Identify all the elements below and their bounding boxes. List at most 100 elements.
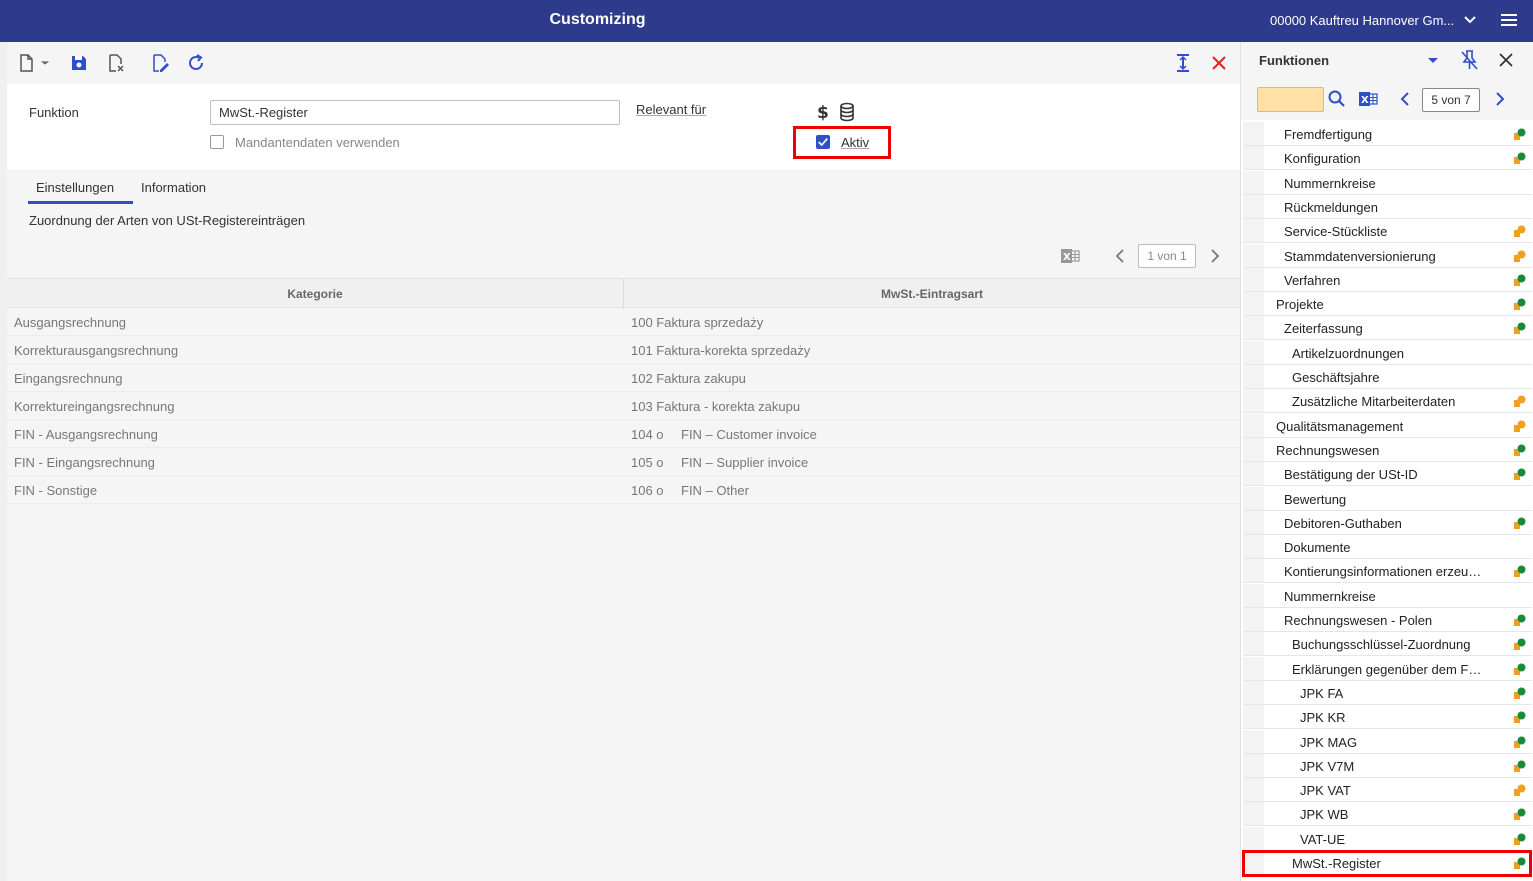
status-green-icon (1514, 687, 1526, 699)
table-row[interactable]: FIN - Ausgangsrechnung 104 o FIN – Custome… (7, 420, 1240, 448)
refresh-icon[interactable] (185, 52, 207, 74)
left-edge (0, 42, 7, 881)
status-green-icon (1514, 711, 1526, 724)
table-row[interactable]: FIN - Eingangsrechnung 105 o FIN – Supplie… (7, 448, 1240, 476)
hamburger-menu-icon[interactable] (1500, 11, 1518, 29)
column-eintragsart[interactable]: MwSt.-Eintragsart (624, 287, 1240, 301)
new-document-icon[interactable] (15, 52, 37, 74)
functions-search-input[interactable] (1257, 87, 1324, 112)
tree-item[interactable]: Projekte (1243, 292, 1532, 317)
status-green-icon (1514, 663, 1526, 675)
tree-gutter (1243, 146, 1264, 170)
next-result-icon[interactable] (1493, 91, 1507, 107)
tree-gutter (1243, 632, 1264, 656)
pager-next-icon[interactable] (1208, 248, 1222, 264)
expand-vertical-icon[interactable] (1172, 52, 1194, 74)
database-icon (838, 102, 856, 122)
tree-item-label: Rechnungswesen (1276, 442, 1380, 458)
close-icon[interactable] (1208, 52, 1230, 74)
tab-einstellungen[interactable]: Einstellungen (36, 180, 114, 195)
selected-item-highlight (1242, 850, 1532, 877)
tab-information[interactable]: Information (141, 180, 206, 195)
tree-item[interactable]: Verfahren (1243, 267, 1532, 292)
pager-prev-icon[interactable] (1113, 248, 1127, 264)
active-tab-indicator (28, 201, 133, 204)
table-header: Kategorie MwSt.-Eintragsart (7, 278, 1240, 309)
tree-item[interactable]: JPK VAT (1243, 778, 1532, 803)
cell-description: FIN – Other (681, 483, 749, 498)
close-panel-icon[interactable] (1497, 51, 1515, 69)
tree-item-label: JPK VAT (1300, 783, 1351, 799)
tree-gutter (1243, 219, 1264, 243)
table-row[interactable]: Korrektureingangsrechnung 103 Faktura - k… (7, 392, 1240, 420)
status-green-icon (1514, 614, 1526, 626)
tree-item[interactable]: JPK WB (1243, 802, 1532, 827)
tree-item[interactable]: Service-Stückliste (1243, 219, 1532, 244)
tree-item[interactable]: Konfiguration (1243, 146, 1532, 171)
tab-bar: Einstellungen Information (7, 170, 1240, 206)
tree-item[interactable]: Bewertung (1243, 486, 1532, 511)
cell-kategorie: Korrekturausgangsrechnung (14, 343, 179, 358)
funktion-field[interactable]: MwSt.-Register (210, 100, 620, 125)
excel-export-icon[interactable]: X (1060, 247, 1080, 265)
tree-item-label: Zusätzliche Mitarbeiterdaten (1292, 394, 1456, 410)
tree-gutter (1243, 437, 1264, 461)
company-selector[interactable]: 00000 Kauftreu Hannover Gm... (1270, 13, 1454, 28)
tree-item-label: Kontierungsinformationen erzeugen (1284, 564, 1483, 580)
tree-item[interactable]: Qualitätsmanagement (1243, 413, 1532, 438)
table-row[interactable]: FIN - Sonstige 106 o FIN – Other (7, 476, 1240, 504)
tree-item[interactable]: JPK V7M (1243, 753, 1532, 778)
prev-result-icon[interactable] (1398, 91, 1412, 107)
tree-item[interactable]: Erklärungen gegenüber dem Finanz... (1243, 656, 1532, 681)
tree-item[interactable]: JPK FA (1243, 680, 1532, 705)
tree-item[interactable]: Zeiterfassung (1243, 316, 1532, 341)
edit-document-icon[interactable] (149, 52, 171, 74)
table-row[interactable]: Korrekturausgangsrechnung 101 Faktura-kor… (7, 336, 1240, 364)
tree-item[interactable]: Bestätigung der USt-ID (1243, 462, 1532, 487)
tree-item[interactable]: Nummernkreise (1243, 170, 1532, 195)
save-icon[interactable] (68, 52, 90, 74)
tree-item[interactable]: Buchungsschlüssel-Zuordnung (1243, 632, 1532, 657)
tree-item[interactable]: Debitoren-Guthaben (1243, 510, 1532, 535)
tree-item[interactable]: Geschäftsjahre (1243, 365, 1532, 389)
discard-icon[interactable] (105, 52, 127, 74)
tree-item[interactable]: Nummernkreise (1243, 583, 1532, 608)
tree-item-label: Fremdfertigung (1284, 127, 1373, 142)
table-row[interactable]: Ausgangsrechnung 100 Faktura sprzedaży (7, 308, 1240, 336)
tree-item[interactable]: Rechnungswesen (1243, 437, 1532, 462)
tree-item[interactable]: Rechnungswesen - Polen (1243, 608, 1532, 632)
search-icon[interactable] (1327, 89, 1347, 109)
tree-item[interactable]: JPK MAG (1243, 729, 1532, 754)
dropdown-arrow-icon[interactable] (1427, 56, 1439, 66)
tree-item[interactable]: Fremdfertigung (1243, 122, 1532, 146)
column-kategorie[interactable]: Kategorie (7, 287, 623, 301)
tree-item[interactable]: VAT-UE (1243, 826, 1532, 851)
tree-item[interactable]: JPK KR (1243, 705, 1532, 730)
tree-item[interactable]: Zusätzliche Mitarbeiterdaten (1243, 389, 1532, 414)
tree-item[interactable]: Artikelzuordnungen (1243, 340, 1532, 365)
tree-item[interactable]: Kontierungsinformationen erzeugen (1243, 559, 1532, 584)
tree-gutter (1243, 778, 1264, 802)
tree-item[interactable]: Dokumente (1243, 535, 1532, 560)
functions-panel-header: Funktionen X 5 von 7 (1241, 42, 1533, 120)
chevron-down-icon[interactable] (1462, 12, 1478, 28)
tree-item[interactable]: Stammdatenversionierung (1243, 243, 1532, 268)
app-title: Customizing (549, 11, 646, 28)
tree-gutter (1243, 583, 1264, 607)
dropdown-arrow-icon[interactable] (39, 52, 51, 74)
tree-gutter (1243, 170, 1264, 194)
tree-gutter (1243, 292, 1264, 316)
tree-item[interactable]: Rückmeldungen (1243, 194, 1532, 219)
unpin-icon[interactable] (1459, 49, 1479, 71)
mandanten-checkbox[interactable] (210, 135, 224, 149)
svg-text:$: $ (817, 103, 829, 122)
excel-export-icon[interactable]: X (1358, 90, 1378, 108)
dollar-icon: $ (815, 102, 831, 122)
tree-gutter (1243, 194, 1264, 218)
table-row[interactable]: Eingangsrechnung 102 Faktura zakupu (7, 364, 1240, 392)
tree-item-label: VAT-UE (1300, 831, 1346, 847)
status-green-icon (1514, 128, 1526, 140)
tree-gutter (1243, 656, 1264, 680)
tree-item-label: JPK KR (1300, 710, 1346, 726)
tree-gutter (1243, 559, 1264, 583)
